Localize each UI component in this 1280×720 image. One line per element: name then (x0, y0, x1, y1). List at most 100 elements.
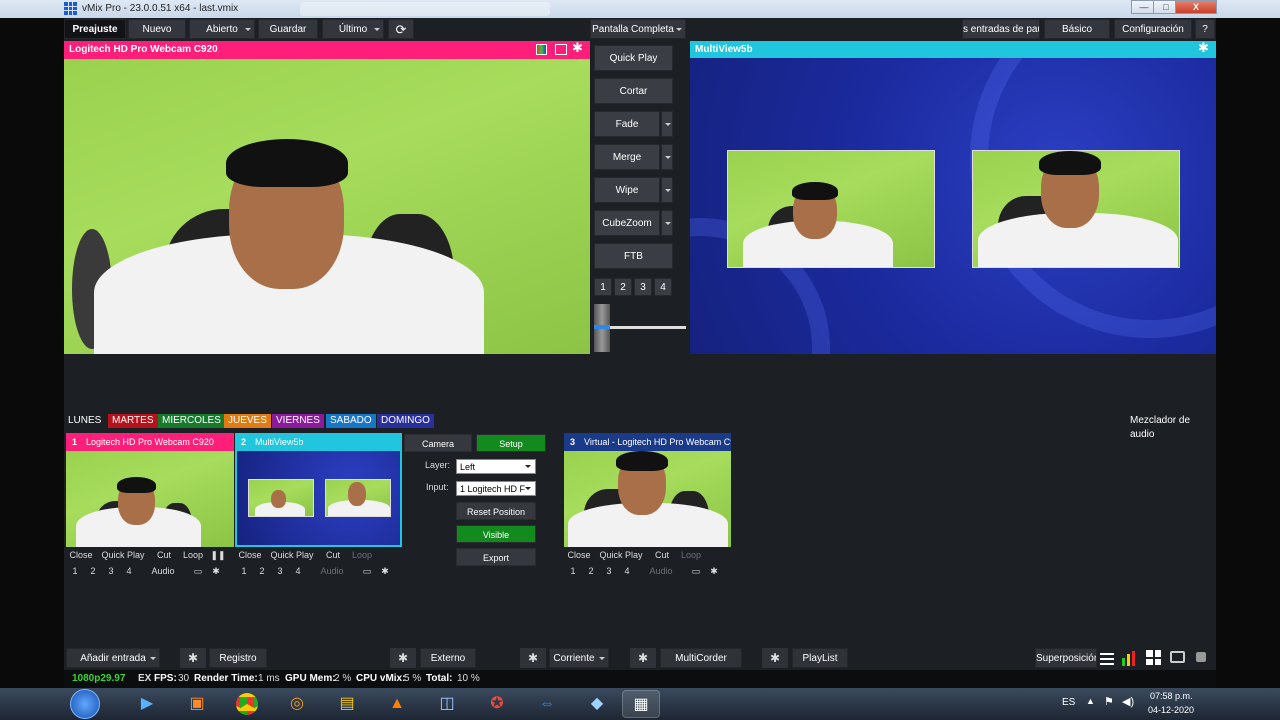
help-button[interactable]: ? (1195, 19, 1215, 39)
audio-mixer-button[interactable]: Mezclador de audio (1130, 414, 1216, 440)
clock-date[interactable]: 04-12-2020 (1148, 705, 1194, 715)
playlist-button[interactable]: PlayList (792, 648, 848, 668)
input-1-close-button[interactable]: Close (66, 548, 96, 562)
stream-gear-icon[interactable]: ✱ (520, 648, 546, 668)
last-button[interactable]: Último (322, 19, 384, 39)
output-gear-icon[interactable]: ✱ (1198, 40, 1209, 56)
input-3-thumbnail[interactable] (564, 451, 731, 547)
preview-gear-icon[interactable]: ✱ (572, 40, 583, 56)
export-button[interactable]: Export (456, 548, 536, 566)
chrome-icon[interactable] (228, 690, 266, 718)
input-1-gear-icon[interactable]: ✱ (208, 564, 224, 578)
external-gear-icon[interactable]: ✱ (390, 648, 416, 668)
cubezoom-dropdown[interactable] (661, 210, 673, 236)
playlist-gear-icon[interactable]: ✱ (762, 648, 788, 668)
input-3-overlay-2[interactable]: 2 (582, 564, 600, 578)
open-button[interactable]: Abierto (189, 19, 255, 39)
quick-play-button[interactable]: Quick Play (594, 45, 673, 71)
visible-button[interactable]: Visible (456, 525, 536, 543)
fade-button[interactable]: Fade (594, 111, 660, 137)
input-1-quick-play-button[interactable]: Quick Play (96, 548, 150, 562)
overlay-button[interactable]: Superposición (1035, 648, 1097, 668)
input-1-overlay-4[interactable]: 4 (120, 564, 138, 578)
camera-tab[interactable]: Camera (404, 434, 472, 452)
grid-view-icon[interactable] (1146, 650, 1161, 665)
refresh-icon[interactable]: ⟳ (388, 19, 414, 39)
input-2-cut-button[interactable]: Cut (319, 548, 347, 562)
start-button[interactable] (70, 689, 100, 719)
input-2-overlay-1[interactable]: 1 (235, 564, 253, 578)
external-button[interactable]: Externo (420, 648, 476, 668)
color-icon[interactable] (536, 44, 547, 55)
new-button[interactable]: Nuevo (128, 19, 186, 39)
merge-button[interactable]: Merge (594, 144, 660, 170)
input-2-close-button[interactable]: Close (235, 548, 265, 562)
audio-meter-icon[interactable] (1122, 650, 1138, 666)
input-1-pause-icon[interactable]: ❚❚ (208, 548, 228, 562)
input-2-overlay-4[interactable]: 4 (289, 564, 307, 578)
flag-icon[interactable]: ⚑ (1104, 695, 1114, 708)
file-explorer-icon[interactable]: ▤ (328, 690, 366, 718)
media-player-icon[interactable]: ▶ (128, 690, 166, 718)
reset-position-button[interactable]: Reset Position (456, 502, 536, 520)
teamviewer-icon[interactable]: ⇔ (528, 690, 566, 718)
tag-domingo[interactable]: DOMINGO (377, 414, 434, 428)
input-3-header[interactable]: 3 Virtual - Logitech HD Pro Webcam C920 (564, 433, 731, 451)
input-3-close-button[interactable]: Close (564, 548, 594, 562)
input-3-audio-button[interactable]: Audio (636, 564, 686, 578)
language-indicator[interactable]: ES (1062, 697, 1075, 708)
tag-lunes[interactable]: LUNES (64, 414, 105, 428)
transition-1-button[interactable]: 1 (594, 278, 612, 296)
record-button[interactable]: Registro (209, 648, 267, 668)
settings-button[interactable]: Configuración (1114, 19, 1192, 39)
input-1-audio-button[interactable]: Audio (138, 564, 188, 578)
tag-sabado[interactable]: SABADO (326, 414, 376, 428)
input-3-cut-button[interactable]: Cut (648, 548, 676, 562)
fade-dropdown[interactable] (661, 111, 673, 137)
input-1-thumbnail[interactable] (66, 451, 234, 547)
app-window-icon[interactable]: ◫ (428, 690, 466, 718)
preset-button[interactable]: Preajuste (64, 19, 126, 39)
add-input-button[interactable]: Añadir entrada (66, 648, 160, 668)
input-2-quick-play-button[interactable]: Quick Play (265, 548, 319, 562)
tray-arrow-icon[interactable]: ▲ (1086, 696, 1095, 706)
cubezoom-button[interactable]: CubeZoom (594, 210, 660, 236)
input-3-quick-play-button[interactable]: Quick Play (594, 548, 648, 562)
input-2-thumbnail[interactable] (235, 451, 402, 547)
wipe-button[interactable]: Wipe (594, 177, 660, 203)
list-view-icon[interactable] (1099, 650, 1115, 666)
save-button[interactable]: Guardar (258, 19, 318, 39)
multicorder-button[interactable]: MultiCorder (660, 648, 742, 668)
input-2-audio-button[interactable]: Audio (307, 564, 357, 578)
lock-icon[interactable] (1196, 652, 1206, 662)
transition-3-button[interactable]: 3 (634, 278, 652, 296)
tag-miercoles[interactable]: MIERCOLES (158, 414, 225, 428)
wipe-dropdown[interactable] (661, 177, 673, 203)
tag-viernes[interactable]: VIERNES (272, 414, 324, 428)
input-2-header[interactable]: 2 MultiView5b (235, 433, 402, 451)
app-red-icon[interactable]: ✪ (478, 690, 516, 718)
input-1-loop-button[interactable]: Loop (178, 548, 208, 562)
input-3-overlay-3[interactable]: 3 (600, 564, 618, 578)
setup-tab[interactable]: Setup (476, 434, 546, 452)
record-gear-icon[interactable]: ✱ (180, 648, 206, 668)
app-blue-icon[interactable]: ◆ (578, 690, 616, 718)
app-circle-icon[interactable]: ◎ (278, 690, 316, 718)
close-window-button[interactable]: X (1175, 0, 1217, 14)
cut-button[interactable]: Cortar (594, 78, 673, 104)
vlc-icon[interactable]: ▲ (378, 690, 416, 718)
input-3-gear-icon[interactable]: ✱ (706, 564, 722, 578)
pause-inputs-button[interactable]: s entradas de pau (962, 19, 1040, 39)
video-app-icon[interactable]: ▣ (178, 690, 216, 718)
fullscreen-button[interactable]: Pantalla Completa (590, 19, 686, 39)
input-2-overlay-2[interactable]: 2 (253, 564, 271, 578)
input-2-gear-icon[interactable]: ✱ (377, 564, 393, 578)
input-2-monitor-icon[interactable]: ▭ (357, 564, 377, 578)
input-3-overlay-1[interactable]: 1 (564, 564, 582, 578)
transition-2-button[interactable]: 2 (614, 278, 632, 296)
tag-jueves[interactable]: JUEVES (224, 414, 271, 428)
input-select[interactable]: 1 Logitech HD F (456, 481, 536, 496)
clock-time[interactable]: 07:58 p.m. (1150, 691, 1193, 701)
input-1-overlay-2[interactable]: 2 (84, 564, 102, 578)
input-2-overlay-3[interactable]: 3 (271, 564, 289, 578)
